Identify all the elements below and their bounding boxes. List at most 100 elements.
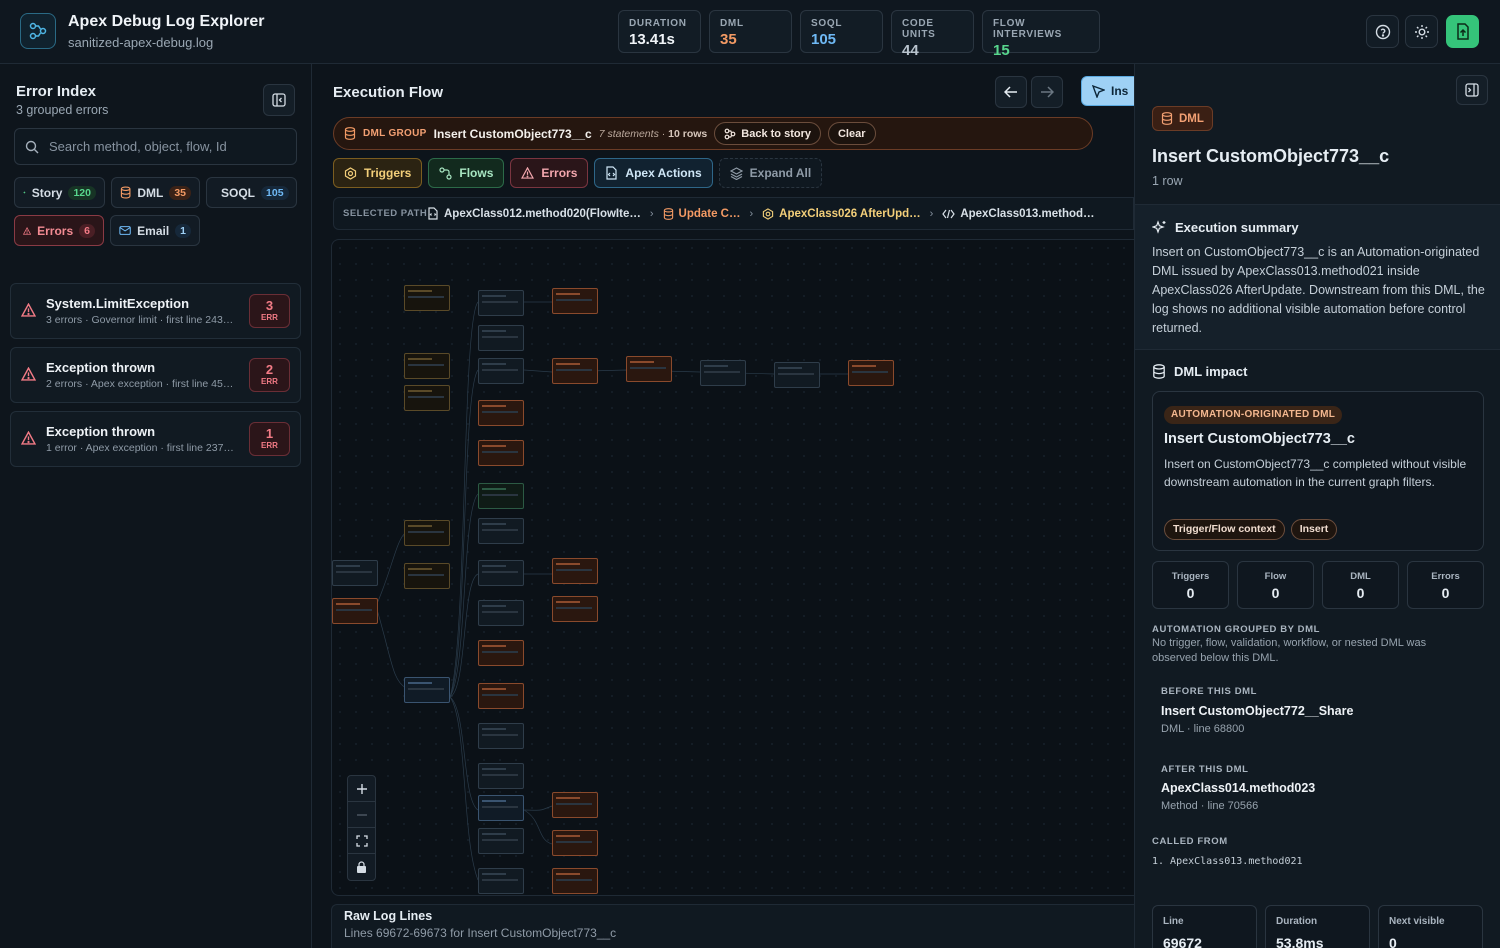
graph-node[interactable] — [478, 400, 524, 426]
graph-node[interactable] — [478, 560, 524, 586]
toggle-errors[interactable]: Errors — [510, 158, 589, 188]
search-input[interactable] — [49, 139, 279, 154]
graph-node[interactable] — [332, 560, 378, 586]
graph-node[interactable] — [404, 520, 450, 546]
graph-node[interactable] — [478, 440, 524, 466]
before-dml-meta: DML · line 68800 — [1161, 723, 1245, 735]
filter-story[interactable]: Story 120 — [14, 177, 105, 208]
mail-icon — [119, 226, 131, 235]
line-stats: Line 69672 Duration 53.8ms Next visible 0 — [1152, 905, 1483, 948]
filter-email[interactable]: Email 1 — [110, 215, 200, 246]
graph-node[interactable] — [552, 288, 598, 314]
graph-node[interactable] — [478, 600, 524, 626]
inspect-button[interactable]: Ins — [1081, 76, 1134, 106]
error-group-card[interactable]: System.LimitException 3 errors · Governo… — [10, 283, 301, 339]
called-from-label: CALLED FROM — [1152, 836, 1228, 847]
graph-node-line — [408, 296, 444, 298]
help-button[interactable] — [1366, 15, 1399, 48]
graph-node[interactable] — [404, 677, 450, 703]
graph-node[interactable] — [552, 558, 598, 584]
error-group-card[interactable]: Exception thrown 1 error · Apex exceptio… — [10, 411, 301, 467]
graph-node[interactable] — [552, 596, 598, 622]
graph-node[interactable] — [848, 360, 894, 386]
metric-flow-interviews: FLOW INTERVIEWS 15 — [982, 10, 1100, 59]
raw-log-lines[interactable]: Raw Log Lines Lines 69672-69673 for Inse… — [331, 904, 1134, 948]
graph-node-line — [482, 363, 506, 365]
graph-node[interactable] — [404, 385, 450, 411]
after-dml-link[interactable]: ApexClass014.method023 — [1161, 781, 1315, 795]
toggle-flows[interactable]: Flows — [428, 158, 505, 188]
flow-file-icon — [428, 207, 438, 220]
lock-button[interactable] — [348, 854, 375, 880]
expand-all-button[interactable]: Expand All — [718, 158, 823, 188]
graph-node[interactable] — [404, 563, 450, 589]
clear-button[interactable]: Clear — [827, 122, 876, 145]
error-count-badge: 1 ERR — [249, 422, 290, 456]
zoom-out-button[interactable] — [348, 802, 375, 828]
graph-node[interactable] — [478, 683, 524, 709]
graph-node[interactable] — [478, 868, 524, 894]
graph-node-line — [482, 873, 506, 875]
graph-node[interactable] — [404, 285, 450, 311]
graph-node-line — [336, 565, 360, 567]
toggle-details-panel-button[interactable] — [1456, 75, 1488, 105]
graph-node-line — [482, 651, 518, 653]
graph-node[interactable] — [478, 795, 524, 821]
filter-errors[interactable]: Errors 6 — [14, 215, 104, 246]
zoom-controls — [347, 775, 376, 881]
dml-impact-card: AUTOMATION-ORIGINATED DML Insert CustomO… — [1152, 391, 1484, 551]
export-button[interactable] — [1446, 15, 1479, 48]
graph-node[interactable] — [552, 358, 598, 384]
back-button[interactable] — [995, 76, 1027, 108]
back-to-story-button[interactable]: Back to story — [714, 122, 821, 145]
graph-node[interactable] — [478, 518, 524, 544]
graph-node[interactable] — [478, 763, 524, 789]
called-from-item[interactable]: 1. ApexClass013.method021 — [1152, 856, 1303, 867]
story-icon — [724, 128, 736, 139]
graph-node[interactable] — [552, 868, 598, 894]
breadcrumb-item[interactable]: ApexClass012.method020(FlowIte… — [427, 207, 641, 220]
graph-node[interactable] — [404, 353, 450, 379]
sparkle-icon — [23, 191, 26, 194]
graph-node[interactable] — [478, 325, 524, 351]
graph-node[interactable] — [774, 362, 820, 388]
code-icon — [942, 209, 956, 218]
breadcrumb-item[interactable]: Update C… — [663, 208, 741, 220]
graph-node[interactable] — [478, 640, 524, 666]
breadcrumb-item[interactable]: ApexClass013.method… — [942, 208, 1095, 220]
breadcrumb-item[interactable]: ApexClass026 AfterUpd… — [762, 208, 921, 220]
filter-soql[interactable]: SOQL 105 — [206, 177, 297, 208]
graph-node-line — [482, 529, 518, 531]
graph-node-line — [482, 768, 506, 770]
graph-node[interactable] — [478, 828, 524, 854]
toggle-triggers[interactable]: Triggers — [333, 158, 423, 188]
graph-node[interactable] — [332, 598, 378, 624]
forward-button[interactable] — [1031, 76, 1063, 108]
graph-node[interactable] — [552, 830, 598, 856]
graph-node[interactable] — [478, 723, 524, 749]
error-group-card[interactable]: Exception thrown 2 errors · Apex excepti… — [10, 347, 301, 403]
selected-path: SELECTED PATH ApexClass012.method020(Flo… — [333, 197, 1134, 230]
execution-graph-canvas[interactable] — [331, 239, 1134, 896]
graph-node-line — [778, 367, 802, 369]
fit-view-button[interactable] — [348, 828, 375, 854]
before-dml-link[interactable]: Insert CustomObject772__Share — [1161, 704, 1353, 718]
graph-node-line — [482, 688, 506, 690]
dml-group-object: Insert CustomObject773__c — [433, 126, 592, 141]
graph-node[interactable] — [700, 360, 746, 386]
graph-node[interactable] — [478, 290, 524, 316]
graph-node[interactable] — [626, 356, 672, 382]
collapse-panel-button[interactable] — [263, 84, 295, 116]
toggle-apex-actions[interactable]: Apex Actions — [594, 158, 713, 188]
theme-toggle-button[interactable] — [1405, 15, 1438, 48]
graph-node[interactable] — [552, 792, 598, 818]
graph-node-line — [482, 301, 518, 303]
trigger-icon — [344, 166, 357, 180]
filter-dml[interactable]: DML 35 — [111, 177, 200, 208]
plus-icon — [356, 783, 367, 794]
graph-node-line — [336, 603, 360, 605]
graph-node[interactable] — [478, 483, 524, 509]
zoom-in-button[interactable] — [348, 776, 375, 802]
impact-description: Insert on CustomObject773__c completed w… — [1164, 457, 1467, 489]
graph-node[interactable] — [478, 358, 524, 384]
